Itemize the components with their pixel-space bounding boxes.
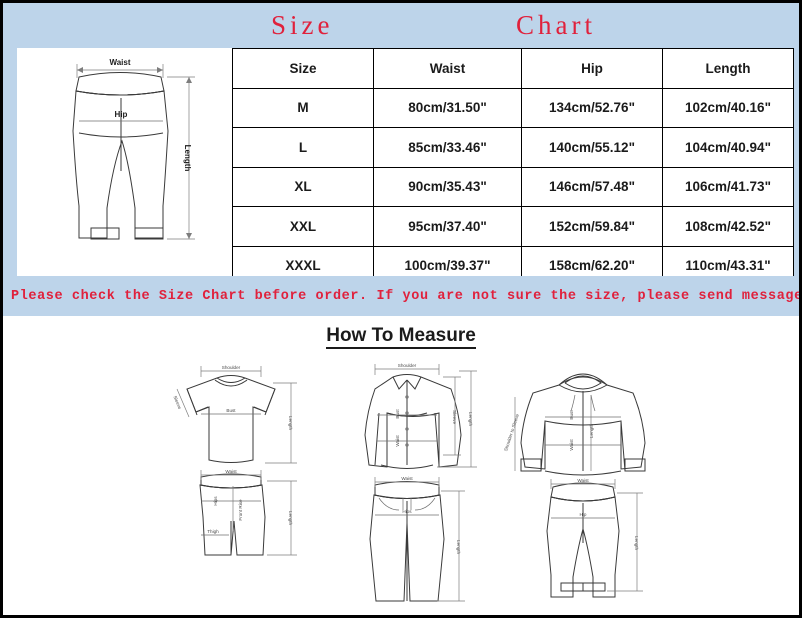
cell-waist: 95cm/37.40" <box>373 206 522 247</box>
figure-group-shirt-pants: Shoulder Bust Waist Sleeve Length Waist … <box>319 355 495 605</box>
pants-hips-label-2: Hips <box>402 509 412 514</box>
shorts-hips-label: Hips <box>213 496 218 506</box>
shorts-outline <box>199 473 266 556</box>
joggers-waist-label: Waist <box>577 478 589 483</box>
cell-size: XL <box>232 166 374 207</box>
cell-waist: 85cm/33.46" <box>373 127 522 168</box>
figure-group-hoodie-joggers: Shoulder to Sleeve Bust Length Waist Wai… <box>495 355 671 605</box>
hoodie-shoulder-to-sleeve-label: Shoulder to Sleeve <box>503 413 520 452</box>
title-word-size: Size <box>271 10 334 40</box>
col-header-size: Size <box>232 48 374 89</box>
figure-group-tshirt-shorts: Shoulder Sleeve Bust Length Waist Hips F… <box>143 355 319 605</box>
table-row: L 85cm/33.46" 140cm/55.12" 104cm/40.94" <box>232 127 794 168</box>
measurement-figures: Shoulder Sleeve Bust Length Waist Hips F… <box>143 355 673 605</box>
cell-hip: 140cm/55.12" <box>521 127 663 168</box>
title-word-chart: Chart <box>516 10 596 40</box>
tshirt-outline <box>186 375 276 463</box>
page-title: Size Chart <box>3 3 799 48</box>
cell-size: L <box>232 127 374 168</box>
hoodie-length-label: Length <box>589 424 594 438</box>
shorts-front-rise-label: Front Rise <box>238 499 243 521</box>
shirt-bust-label: Bust <box>395 409 400 419</box>
joggers-outline <box>546 482 620 598</box>
tshirt-sleeve-label: Sleeve <box>172 395 182 410</box>
pants-length-label: Length <box>183 145 192 172</box>
cell-length: 108cm/42.52" <box>662 206 794 247</box>
cell-length: 102cm/40.16" <box>662 87 794 128</box>
pants-waist-label: Waist <box>109 58 130 67</box>
col-header-hip: Hip <box>521 48 663 89</box>
shirt-outline <box>364 374 462 469</box>
shirt-shoulder-label: Shoulder <box>398 363 417 368</box>
notice-text: Please check the Size Chart before order… <box>11 288 802 304</box>
pants-waist-label-2: Waist <box>401 476 413 481</box>
joggers-length-label: Length <box>634 536 639 550</box>
joggers-hip-label: Hip <box>580 512 587 517</box>
cell-waist: 80cm/31.50" <box>373 87 522 128</box>
tshirt-length-label: Length <box>288 416 293 430</box>
pants-outline-2 <box>369 481 445 602</box>
hoodie-waist-label: Waist <box>569 439 574 451</box>
tshirt-bust-label: Bust <box>226 408 236 413</box>
pants-measurement-diagram: Waist Hip Length <box>17 51 231 273</box>
size-table: Size Waist Hip Length M 80cm/31.50" 134c… <box>232 48 794 286</box>
notice-band: Please check the Size Chart before order… <box>3 276 799 316</box>
cell-length: 104cm/40.94" <box>662 127 794 168</box>
table-row: XXL 95cm/37.40" 152cm/59.84" 108cm/42.52… <box>232 206 794 247</box>
how-to-measure-title: How To Measure <box>326 325 476 349</box>
shirt-length-label: Length <box>468 412 473 426</box>
shorts-thigh-label: Thigh <box>207 529 219 534</box>
size-chart-page: Size Chart Waist Hip Length Size Waist H… <box>0 0 802 618</box>
hoodie-outline <box>520 373 646 476</box>
pants-hip-label: Hip <box>115 110 128 119</box>
cell-hip: 152cm/59.84" <box>521 206 663 247</box>
shorts-length-label: Length <box>288 511 293 525</box>
tshirt-shoulder-label: Shoulder <box>222 365 241 370</box>
how-to-measure-heading: How To Measure <box>3 325 799 349</box>
shirt-waist-label: Waist <box>395 435 400 447</box>
table-row: M 80cm/31.50" 134cm/52.76" 102cm/40.16" <box>232 87 794 128</box>
cell-hip: 134cm/52.76" <box>521 87 663 128</box>
pants-outline <box>72 72 169 240</box>
pants-length-label-2: Length <box>456 540 461 554</box>
hoodie-bust-label: Bust <box>569 410 574 420</box>
table-header-row: Size Waist Hip Length <box>232 48 794 89</box>
cell-size: M <box>232 87 374 128</box>
cell-hip: 146cm/57.48" <box>521 166 663 207</box>
cell-waist: 90cm/35.43" <box>373 166 522 207</box>
shirt-sleeve-label: Sleeve <box>452 410 457 424</box>
col-header-waist: Waist <box>373 48 522 89</box>
table-row: XL 90cm/35.43" 146cm/57.48" 106cm/41.73" <box>232 166 794 207</box>
cell-size: XXL <box>232 206 374 247</box>
cell-length: 106cm/41.73" <box>662 166 794 207</box>
shorts-waist-label: Waist <box>225 469 237 474</box>
col-header-length: Length <box>662 48 794 89</box>
table-right-filler <box>793 48 799 276</box>
